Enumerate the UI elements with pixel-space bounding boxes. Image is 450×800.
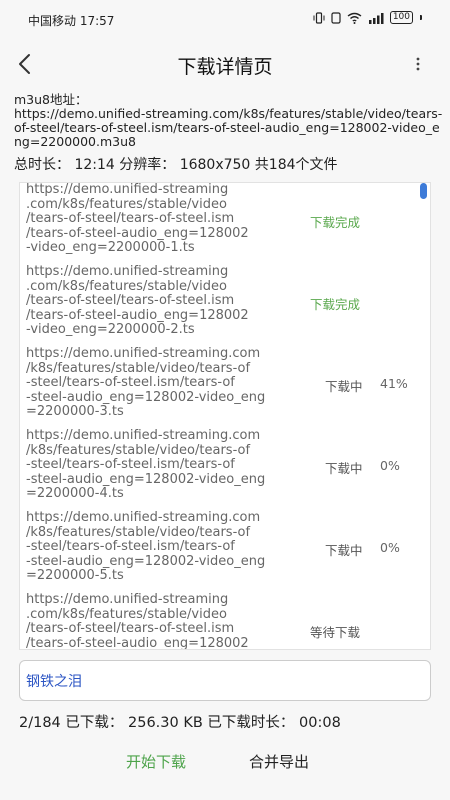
file-url: https://demo.unified-streaming.com /k8s/… — [26, 346, 266, 419]
file-name-input[interactable] — [19, 660, 431, 701]
carrier-time: 中国移动 17:57 — [28, 14, 115, 28]
m3u8-label: m3u8地址： — [14, 92, 88, 107]
file-status: 下载完成 — [310, 297, 361, 312]
file-percent: 0% — [380, 458, 400, 473]
nfc-icon — [331, 11, 341, 24]
list-item[interactable]: https://demo.unified-streaming.com /k8s/… — [20, 510, 420, 593]
file-percent: 41% — [380, 376, 408, 391]
file-url: https://demo.unified-streaming .com/k8s/… — [26, 182, 249, 255]
file-url: https://demo.unified-streaming.com /k8s/… — [26, 510, 266, 583]
file-status: 下载中 — [325, 379, 363, 394]
battery-tip — [420, 15, 422, 20]
m3u8-url: https://demo.unified-streaming.com/k8s/f… — [14, 106, 443, 149]
file-list[interactable]: https://demo.unified-streaming .com/k8s/… — [19, 182, 431, 650]
vibrate-icon — [313, 11, 325, 24]
list-scrollbar[interactable] — [420, 183, 427, 199]
status-bar: 中国移动 17:57 100 — [0, 0, 450, 40]
file-percent: 0% — [380, 540, 400, 555]
download-progress-text: 2/184 已下载： 256.30 KB 已下载时长： 00:08 — [19, 715, 341, 731]
file-url: https://demo.unified-streaming.com /k8s/… — [26, 428, 266, 501]
file-url: https://demo.unified-streaming .com/k8s/… — [26, 264, 249, 337]
file-status: 下载完成 — [310, 215, 361, 230]
app-bar: 下载详情页 — [0, 40, 450, 88]
list-item[interactable]: https://demo.unified-streaming .com/k8s/… — [20, 592, 420, 650]
m3u8-info: m3u8地址： https://demo.unified-streaming.c… — [14, 93, 444, 149]
battery-icon: 100 — [389, 11, 413, 24]
signal-icon — [368, 12, 384, 24]
status-icons: 100 — [313, 11, 422, 24]
start-download-button[interactable]: 开始下载 — [126, 749, 186, 773]
list-item[interactable]: https://demo.unified-streaming.com /k8s/… — [20, 428, 420, 511]
file-status: 下载中 — [325, 461, 363, 476]
page-title: 下载详情页 — [177, 56, 273, 78]
list-item[interactable]: https://demo.unified-streaming .com/k8s/… — [20, 264, 420, 347]
wifi-icon — [347, 12, 362, 24]
video-summary: 总时长： 12:14 分辨率： 1680x750 共184个文件 — [14, 157, 338, 173]
file-status: 下载中 — [325, 543, 363, 558]
file-status: 等待下载 — [310, 625, 361, 640]
battery-level: 100 — [392, 12, 410, 22]
file-url: https://demo.unified-streaming .com/k8s/… — [26, 592, 249, 650]
more-vertical-icon[interactable] — [410, 54, 426, 74]
list-item[interactable]: https://demo.unified-streaming .com/k8s/… — [20, 183, 420, 265]
list-item[interactable]: https://demo.unified-streaming.com /k8s/… — [20, 346, 420, 429]
merge-export-button[interactable]: 合并导出 — [249, 749, 309, 773]
